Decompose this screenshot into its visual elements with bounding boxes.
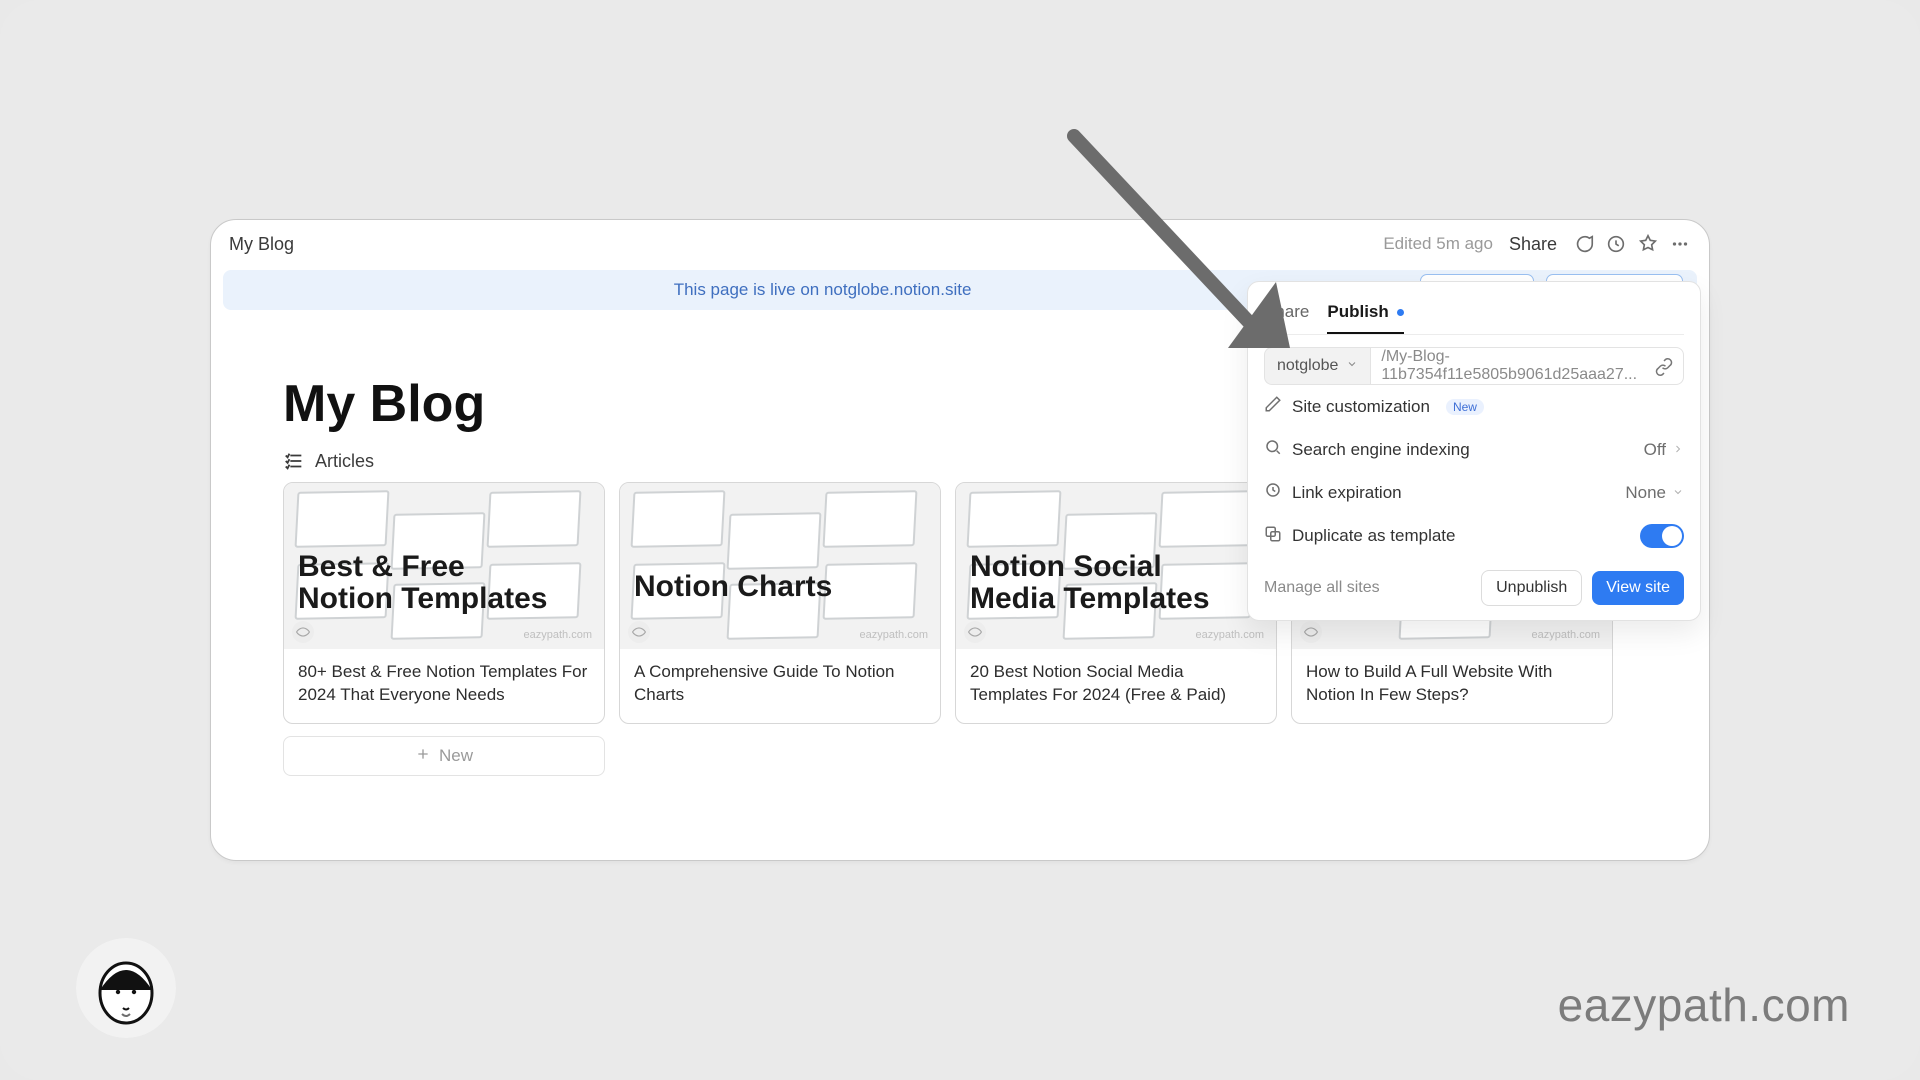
toolbar-right: Edited 5m ago Share: [1383, 233, 1691, 255]
chevron-down-icon: [1672, 483, 1684, 503]
app-window: My Blog Edited 5m ago Share: [210, 219, 1710, 861]
manage-sites[interactable]: Manage all sites: [1264, 579, 1471, 597]
card-caption: A Comprehensive Guide To Notion Charts: [620, 649, 940, 723]
unpublish-button[interactable]: Unpublish: [1481, 570, 1582, 606]
site-chip-text: notglobe: [1277, 357, 1338, 375]
site-url: notglobe /My-Blog-11b7354f11e5805b9061d2…: [1264, 347, 1684, 385]
card-thumb-icon: [964, 621, 986, 643]
duplicate-toggle[interactable]: [1640, 524, 1684, 548]
popover-actions: Manage all sites Unpublish View site: [1264, 558, 1684, 606]
duplicate-label: Duplicate as template: [1292, 526, 1455, 546]
watermark: eazypath.com: [1558, 978, 1850, 1032]
article-card[interactable]: Notion SocialMedia Templates eazypath.com…: [955, 482, 1277, 724]
card-thumb-icon: [628, 621, 650, 643]
duplicate-icon: [1264, 525, 1282, 548]
view-site-button[interactable]: View site: [1592, 571, 1684, 605]
card-brand: eazypath.com: [1196, 629, 1264, 641]
copy-link-icon[interactable]: [1651, 354, 1677, 380]
search-indexing-row[interactable]: Search engine indexing Off: [1264, 428, 1684, 471]
card-thumb-icon: [292, 621, 314, 643]
site-path-text: /My-Blog-11b7354f11e5805b9061d25aaa27...: [1381, 348, 1673, 384]
star-icon[interactable]: [1637, 233, 1659, 255]
popover-tabs: Share Publish: [1264, 296, 1684, 335]
clock-icon: [1264, 481, 1282, 504]
article-card[interactable]: Best & FreeNotion Templates eazypath.com 8…: [283, 482, 605, 724]
chevron-right-icon: [1672, 440, 1684, 460]
pencil-icon: [1264, 395, 1282, 418]
new-card[interactable]: New: [283, 736, 605, 776]
comment-icon[interactable]: [1573, 233, 1595, 255]
avatar: [76, 938, 176, 1038]
plus-icon: [415, 746, 431, 767]
new-badge: New: [1446, 399, 1484, 415]
card-overlay: Best & FreeNotion Templates: [298, 551, 590, 614]
section-label-text: Articles: [315, 451, 374, 472]
toolbar: My Blog Edited 5m ago Share: [211, 220, 1709, 268]
breadcrumb[interactable]: My Blog: [229, 234, 294, 255]
article-card[interactable]: Notion Charts eazypath.com A Comprehensive…: [619, 482, 941, 724]
banner-text: This page is live on notglobe.notion.sit…: [237, 280, 1408, 300]
list-icon: [283, 450, 305, 472]
card-thumb-icon: [1300, 621, 1322, 643]
card-brand: eazypath.com: [1532, 629, 1600, 641]
clock-icon[interactable]: [1605, 233, 1627, 255]
card-brand: eazypath.com: [860, 629, 928, 641]
site-chip[interactable]: notglobe: [1264, 347, 1370, 385]
link-expiration-row[interactable]: Link expiration None: [1264, 471, 1684, 514]
search-icon: [1264, 438, 1282, 461]
publish-dot-icon: [1397, 309, 1404, 316]
card-caption: 80+ Best & Free Notion Templates For 202…: [284, 649, 604, 723]
site-customization-row[interactable]: Site customization New: [1264, 385, 1684, 428]
tab-publish[interactable]: Publish: [1327, 296, 1403, 334]
tab-share[interactable]: Share: [1264, 296, 1309, 334]
edited-label: Edited 5m ago: [1383, 234, 1493, 254]
search-indexing-label: Search engine indexing: [1292, 440, 1470, 460]
link-expiration-label: Link expiration: [1292, 483, 1402, 503]
card-overlay: Notion Charts: [634, 571, 926, 603]
card-caption: 20 Best Notion Social Media Templates Fo…: [956, 649, 1276, 723]
chevron-down-icon: [1346, 357, 1358, 375]
new-label: New: [439, 746, 473, 766]
more-icon[interactable]: [1669, 233, 1691, 255]
card-overlay: Notion SocialMedia Templates: [970, 551, 1262, 614]
publish-popover[interactable]: Share Publish notglobe /My-Blog-11b7354f…: [1247, 281, 1701, 621]
card-caption: How to Build A Full Website With Notion …: [1292, 649, 1612, 723]
section-label[interactable]: Articles: [283, 450, 374, 472]
link-value: None: [1625, 483, 1666, 503]
share-link[interactable]: Share: [1503, 234, 1563, 255]
duplicate-template-row[interactable]: Duplicate as template: [1264, 514, 1684, 558]
card-brand: eazypath.com: [524, 629, 592, 641]
search-value: Off: [1644, 440, 1666, 460]
site-path[interactable]: /My-Blog-11b7354f11e5805b9061d25aaa27...: [1370, 347, 1684, 385]
customization-label: Site customization: [1292, 397, 1430, 417]
